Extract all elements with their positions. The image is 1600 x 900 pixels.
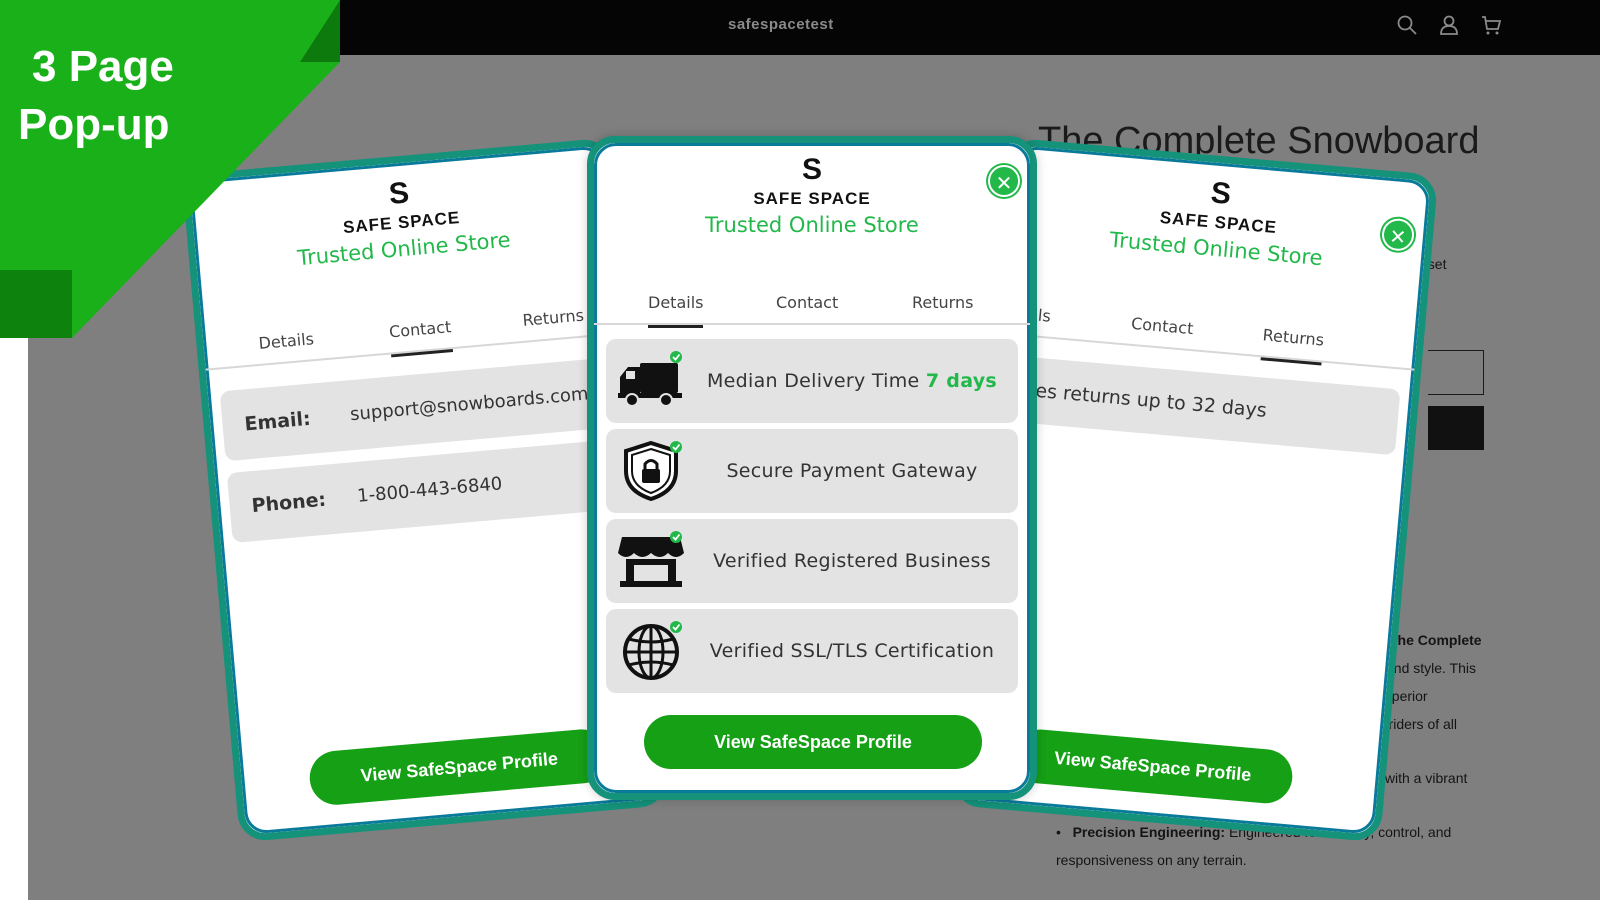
description-fragment: and style. This bbox=[1386, 660, 1477, 676]
add-to-cart-button[interactable] bbox=[1428, 406, 1484, 450]
cart-icon[interactable] bbox=[1480, 14, 1502, 36]
tab-returns[interactable]: Returns bbox=[522, 306, 585, 330]
phone-value[interactable]: 1-800-443-6840 bbox=[354, 449, 505, 531]
search-icon[interactable] bbox=[1396, 14, 1418, 36]
delivery-days: 7 days bbox=[925, 370, 998, 392]
tab-returns[interactable]: Returns bbox=[912, 293, 973, 312]
store-name[interactable]: safespacetest bbox=[728, 16, 834, 33]
account-icon[interactable] bbox=[1438, 14, 1460, 36]
shield-lock-icon bbox=[624, 441, 682, 501]
ribbon-label: 3 Page Pop-up bbox=[18, 38, 174, 154]
trust-row-payment: Secure Payment Gateway bbox=[606, 429, 1018, 513]
tab-contact[interactable]: Contact bbox=[1130, 314, 1194, 338]
description-fragment: s with a vibrant bbox=[1374, 770, 1468, 786]
trust-row-ssl: Verified SSL/TLS Certification bbox=[606, 609, 1018, 693]
trust-row-delivery: Median Delivery Time 7 days bbox=[606, 339, 1018, 423]
email-label: Email: bbox=[243, 407, 312, 436]
description-bullet-continued: responsiveness on any terrain. bbox=[1056, 852, 1247, 868]
ribbon-line-1: 3 Page bbox=[32, 42, 174, 91]
delivery-truck-icon bbox=[618, 351, 682, 407]
ribbon-line-2: Pop-up bbox=[18, 100, 170, 149]
tab-details[interactable]: Details bbox=[648, 293, 704, 328]
delivery-label: Median Delivery Time bbox=[706, 370, 926, 392]
close-icon[interactable]: ✕ bbox=[988, 165, 1020, 197]
promo-stage: safespacetest The Complete Snowboard nse… bbox=[0, 0, 1600, 900]
trust-row-label: Median Delivery Time 7 days bbox=[696, 339, 1008, 423]
tab-returns[interactable]: Returns bbox=[1262, 325, 1325, 349]
storefront-icon bbox=[618, 531, 684, 587]
popup-details-page: S SAFE SPACE Trusted Online Store ✕ Deta… bbox=[587, 136, 1037, 800]
description-fragment: r riders of all bbox=[1380, 716, 1458, 732]
description-fragment: The Complete bbox=[1389, 632, 1482, 648]
safespace-logo-icon: S bbox=[801, 153, 822, 186]
popup-tabs: Details Contact Returns bbox=[594, 285, 1030, 328]
logo-wordmark: SAFE SPACE bbox=[753, 189, 871, 208]
trust-row-label: Verified Registered Business bbox=[713, 550, 991, 572]
popup-tagline: Trusted Online Store bbox=[705, 213, 919, 237]
view-profile-button[interactable]: View SafeSpace Profile bbox=[644, 715, 982, 769]
trust-row-label: Verified SSL/TLS Certification bbox=[709, 640, 995, 662]
quantity-box[interactable] bbox=[1428, 350, 1484, 395]
trust-row-business: Verified Registered Business bbox=[606, 519, 1018, 603]
tab-contact[interactable]: Contact bbox=[388, 317, 452, 341]
tab-contact[interactable]: Contact bbox=[776, 293, 838, 312]
globe-icon bbox=[623, 621, 682, 680]
phone-label: Phone: bbox=[250, 488, 327, 518]
trust-row-label: Secure Payment Gateway bbox=[726, 460, 978, 482]
